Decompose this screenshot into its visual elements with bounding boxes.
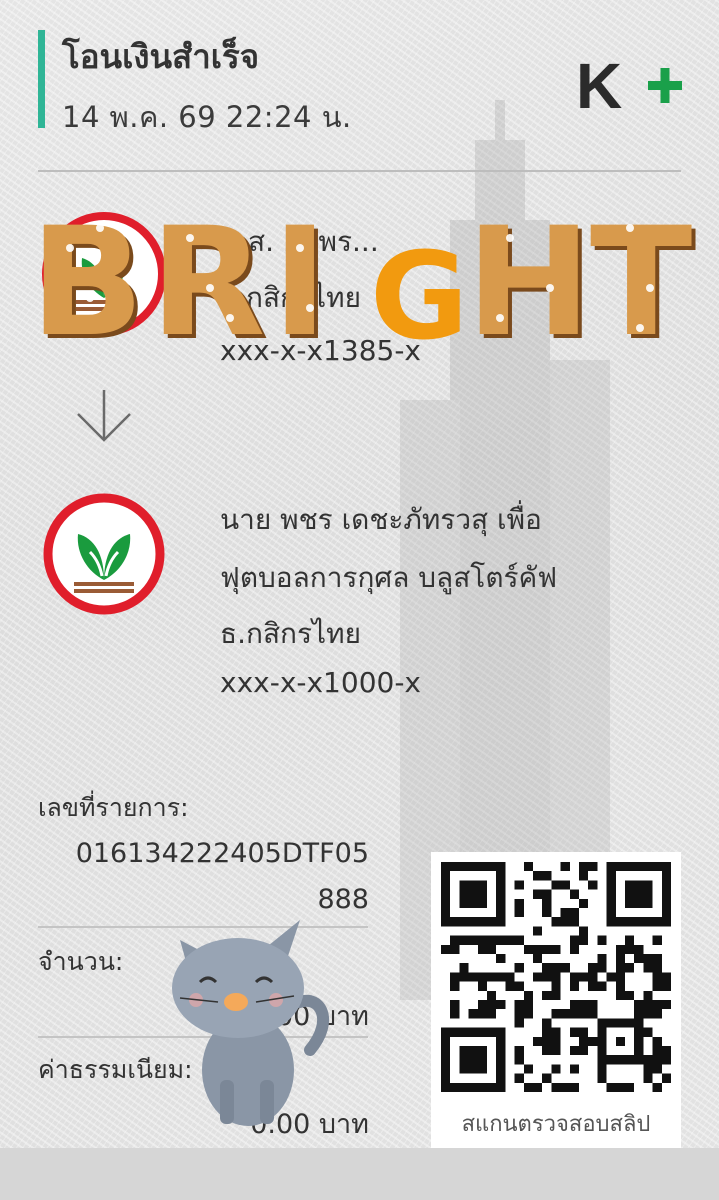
accent-bar	[38, 30, 45, 128]
svg-text:T: T	[590, 196, 692, 368]
amount-label: จำนวน:	[38, 947, 124, 976]
transaction-datetime: 14 พ.ค. 69 22:24 น.	[62, 100, 352, 134]
qr-code-icon	[441, 862, 671, 1092]
receiver-bank: ธ.กสิกรไทย	[220, 617, 361, 650]
bottom-bar	[0, 1148, 719, 1200]
header-divider	[38, 170, 681, 172]
transfer-slip: โอนเงินสำเร็จ 14 พ.ค. 69 22:24 น. K น.ส.…	[0, 0, 719, 1148]
verification-qr-code[interactable]	[431, 852, 681, 1102]
kplus-logo: K	[576, 54, 682, 118]
reference-label: เลขที่รายการ:	[38, 793, 189, 822]
svg-text:K: K	[576, 54, 622, 118]
receiver-bank-logo	[43, 493, 165, 615]
svg-text:R: R	[150, 196, 266, 368]
receiver-account: xxx-x-x1000-x	[220, 666, 421, 699]
svg-text:B: B	[30, 196, 144, 368]
reference-number-line1: 016134222405DTF05	[75, 838, 369, 869]
receiver-name-line1: นาย พชร เดชะภัทรวสุ เพื่อ	[220, 503, 542, 536]
receiver-name-line2: ฟุตบอลการกุศล บลูสโตร์คัฟ	[220, 561, 558, 594]
arrow-down-icon	[77, 390, 131, 442]
qr-caption: สแกนตรวจสอบสลิป	[431, 1102, 681, 1148]
svg-text:G: G	[370, 228, 469, 367]
bright-sticker: B B R R I I G H H T T	[30, 196, 696, 368]
page-title: โอนเงินสำเร็จ	[62, 37, 260, 76]
svg-text:H: H	[466, 196, 592, 368]
cat-sticker-icon	[172, 920, 330, 1126]
svg-text:I: I	[272, 196, 328, 368]
